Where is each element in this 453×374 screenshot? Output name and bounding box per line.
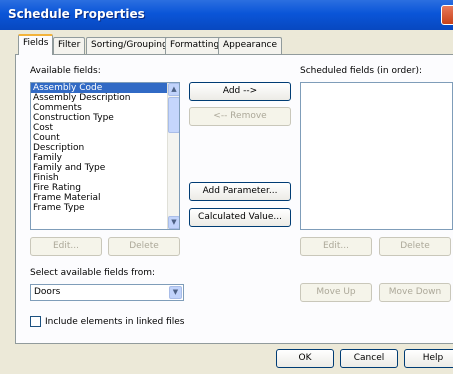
delete-scheduled-field-button[interactable]: Delete bbox=[379, 237, 451, 256]
close-button[interactable] bbox=[441, 5, 453, 25]
edit-scheduled-field-button[interactable]: Edit... bbox=[300, 237, 372, 256]
move-down-button[interactable]: Move Down bbox=[379, 283, 451, 302]
list-item[interactable]: Fire Rating bbox=[31, 183, 179, 193]
list-item[interactable]: Frame Type bbox=[31, 203, 179, 213]
list-item[interactable]: Family and Type bbox=[31, 163, 179, 173]
list-item[interactable]: Description bbox=[31, 143, 179, 153]
available-fields-scrollbar[interactable]: ▲ ▼ bbox=[167, 83, 179, 229]
ok-button[interactable]: OK bbox=[276, 349, 334, 368]
tab-appearance[interactable]: Appearance bbox=[218, 37, 283, 54]
window-title: Schedule Properties bbox=[8, 7, 145, 21]
available-fields-items: Assembly Code Assembly Description Comment… bbox=[31, 83, 179, 213]
select-fields-from-label: Select available fields from: bbox=[30, 268, 156, 278]
scheduled-fields-list[interactable] bbox=[300, 82, 453, 230]
include-linked-checkbox[interactable] bbox=[30, 316, 41, 327]
calculated-value-button[interactable]: Calculated Value... bbox=[189, 208, 291, 227]
cancel-button[interactable]: Cancel bbox=[340, 349, 398, 368]
help-button[interactable]: Help bbox=[404, 349, 453, 368]
available-fields-list[interactable]: Assembly Code Assembly Description Comment… bbox=[30, 82, 180, 230]
scroll-thumb[interactable] bbox=[168, 97, 179, 133]
list-item[interactable]: Finish bbox=[31, 173, 179, 183]
edit-available-field-button[interactable]: Edit... bbox=[30, 237, 102, 256]
tab-sorting-grouping[interactable]: Sorting/Grouping bbox=[86, 37, 173, 54]
list-item[interactable]: Comments bbox=[31, 103, 179, 113]
select-fields-from-dropdown[interactable]: Doors ▼ bbox=[30, 284, 184, 301]
list-item[interactable]: Family bbox=[31, 153, 179, 163]
title-bar: Schedule Properties bbox=[0, 0, 453, 30]
tab-fields[interactable]: Fields bbox=[18, 34, 54, 55]
tab-formatting[interactable]: Formatting bbox=[165, 37, 225, 54]
chevron-down-icon[interactable]: ▼ bbox=[169, 286, 182, 299]
delete-available-field-button[interactable]: Delete bbox=[108, 237, 180, 256]
scheduled-fields-label: Scheduled fields (in order): bbox=[300, 66, 423, 76]
available-fields-label: Available fields: bbox=[30, 66, 101, 76]
list-item[interactable]: Assembly Description bbox=[31, 93, 179, 103]
move-up-button[interactable]: Move Up bbox=[300, 283, 372, 302]
scroll-up-icon[interactable]: ▲ bbox=[168, 83, 179, 96]
scroll-down-icon[interactable]: ▼ bbox=[168, 216, 179, 229]
list-item[interactable]: Frame Material bbox=[31, 193, 179, 203]
include-linked-label: Include elements in linked files bbox=[45, 317, 185, 327]
list-item[interactable]: Cost bbox=[31, 123, 179, 133]
list-item[interactable]: Construction Type bbox=[31, 113, 179, 123]
add-button[interactable]: Add --> bbox=[189, 82, 291, 101]
remove-button[interactable]: <-- Remove bbox=[189, 107, 291, 126]
tab-filter[interactable]: Filter bbox=[53, 37, 86, 54]
list-item[interactable]: Assembly Code bbox=[31, 83, 179, 93]
list-item[interactable]: Count bbox=[31, 133, 179, 143]
add-parameter-button[interactable]: Add Parameter... bbox=[189, 182, 291, 201]
select-fields-from-value: Doors bbox=[34, 287, 61, 297]
